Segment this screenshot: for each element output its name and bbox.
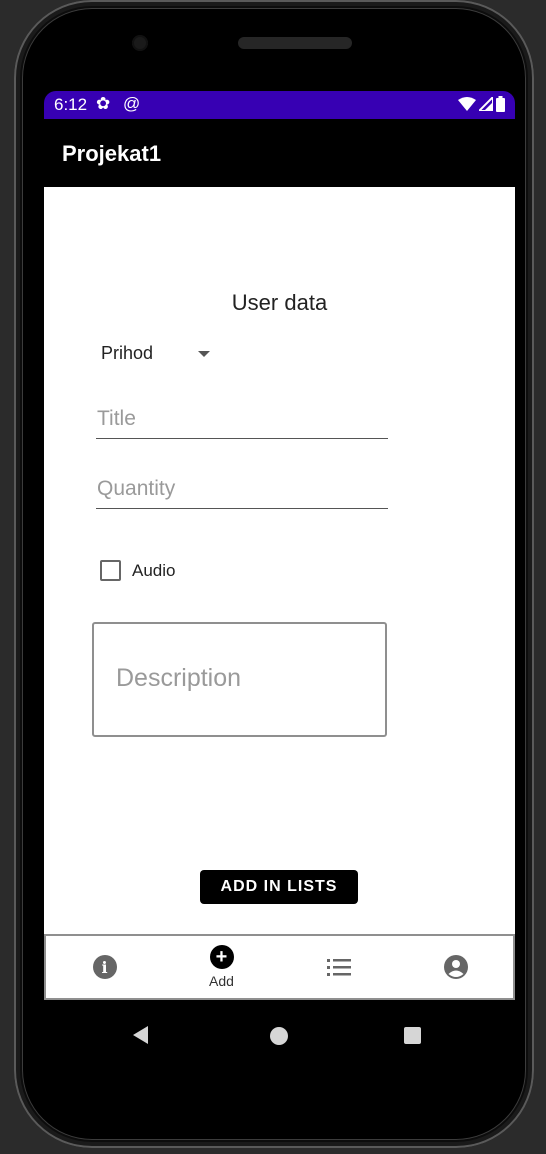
audio-checkbox-label: Audio bbox=[132, 560, 176, 580]
nav-item-list[interactable] bbox=[280, 936, 397, 998]
recents-icon[interactable] bbox=[404, 1027, 421, 1044]
signal-icon bbox=[479, 97, 493, 111]
nav-item-info[interactable]: i bbox=[46, 936, 163, 998]
battery-icon bbox=[496, 96, 505, 112]
dropdown-arrow-icon bbox=[198, 351, 210, 357]
type-spinner[interactable]: Prihod bbox=[101, 343, 221, 369]
add-circle-icon: + bbox=[209, 945, 234, 969]
back-icon[interactable] bbox=[133, 1026, 148, 1044]
form-title: User data bbox=[231, 290, 328, 315]
spinner-value: Prihod bbox=[101, 343, 154, 363]
wifi-icon bbox=[458, 97, 476, 111]
system-navigation-bar bbox=[44, 1000, 515, 1060]
form-content: User data Prihod Audio ADD IN LISTS bbox=[44, 187, 515, 934]
description-input[interactable] bbox=[92, 622, 387, 737]
title-input[interactable] bbox=[96, 402, 388, 439]
device-screen: 6:12 ✿ @ Projekat1 User data Prihod Audi… bbox=[44, 91, 515, 1091]
status-bar: 6:12 ✿ @ bbox=[44, 91, 515, 119]
nav-label-add: Add bbox=[209, 973, 234, 989]
earpiece-speaker bbox=[238, 37, 352, 49]
status-icons bbox=[458, 96, 505, 112]
settings-gear-icon: ✿ bbox=[96, 94, 111, 113]
bottom-navigation: i + Add bbox=[44, 934, 515, 1000]
nav-item-account[interactable] bbox=[397, 936, 514, 998]
add-in-lists-button[interactable]: ADD IN LISTS bbox=[200, 870, 358, 904]
app-title: Projekat1 bbox=[62, 141, 162, 166]
at-sign-icon: @ bbox=[123, 94, 141, 113]
account-circle-icon bbox=[443, 955, 468, 979]
quantity-input[interactable] bbox=[96, 472, 388, 509]
info-icon: i bbox=[92, 955, 117, 979]
front-camera bbox=[132, 35, 148, 51]
status-time: 6:12 bbox=[54, 95, 88, 114]
list-icon bbox=[326, 959, 351, 976]
app-bar: Projekat1 bbox=[44, 119, 515, 187]
home-icon[interactable] bbox=[270, 1027, 288, 1045]
audio-checkbox-row[interactable]: Audio bbox=[100, 560, 175, 581]
audio-checkbox[interactable] bbox=[100, 560, 121, 581]
nav-item-add[interactable]: + Add bbox=[163, 936, 280, 998]
